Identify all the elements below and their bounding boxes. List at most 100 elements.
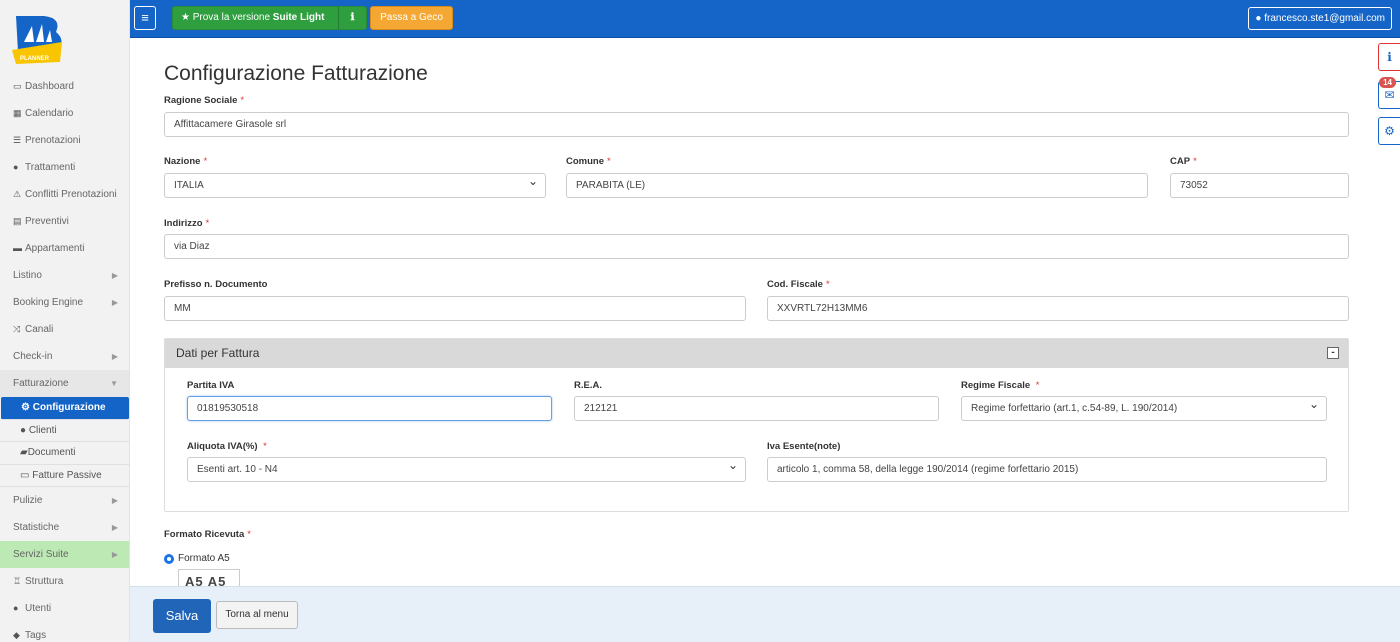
indirizzo-input[interactable]: via Diaz — [164, 234, 1349, 259]
prefisso-input[interactable]: MM — [164, 296, 746, 321]
try-suite-light-button[interactable]: ★ Prova la versione Suite Light ℹ — [172, 6, 367, 30]
nazione-select[interactable]: ITALIA — [164, 173, 546, 198]
sidebar-item-label: Canali — [25, 324, 54, 335]
info-tool-button[interactable]: ℹ — [1378, 43, 1400, 71]
sidebar-item-label: Conflitti Prenotazioni — [25, 189, 117, 200]
partita-iva-input[interactable]: 01819530518 — [187, 396, 552, 421]
sidebar-item-conflitti[interactable]: ⚠ Conflitti Prenotazioni — [0, 181, 129, 208]
sidebar-item-statistiche[interactable]: Statistiche ▶ — [0, 514, 129, 541]
sidebar-subitem-label: Documenti — [27, 447, 76, 458]
sidebar-subitem-configurazione[interactable]: ⚙ Configurazione — [1, 397, 129, 420]
back-to-menu-button[interactable]: Torna al menu — [216, 601, 298, 629]
iva-esente-input[interactable]: articolo 1, comma 58, della legge 190/20… — [767, 457, 1327, 482]
sidebar-item-label: Pulizie — [13, 495, 43, 506]
iva-esente-label: Iva Esente(note) — [767, 441, 841, 452]
user-icon: ● — [13, 603, 19, 613]
sidebar-item-struttura[interactable]: ♖ Struttura — [0, 568, 129, 595]
cap-input[interactable]: 73052 — [1170, 173, 1349, 198]
sidebar-item-label: Struttura — [25, 576, 64, 587]
apple-icon: ● — [13, 162, 19, 172]
page-title: Configurazione Fatturazione — [164, 62, 428, 85]
sidebar-item-label: Appartamenti — [25, 243, 85, 254]
comune-input[interactable]: PARABITA (LE) — [566, 173, 1148, 198]
panel-header[interactable]: Dati per Fattura - — [165, 339, 1348, 368]
gear-icon: ⚙ — [21, 402, 30, 413]
sidebar-item-fatturazione[interactable]: Fatturazione ▼ — [0, 370, 129, 397]
info-circle-icon: ℹ — [1387, 50, 1392, 64]
sidebar-subitem-label: Clienti — [28, 424, 57, 436]
sidebar-item-utenti[interactable]: ● Utenti — [0, 595, 129, 622]
try-label-strong: Suite Light — [272, 12, 325, 23]
formato-a5-radio[interactable] — [164, 554, 174, 564]
ragione-sociale-input[interactable]: Affittacamere Girasole srl — [164, 112, 1349, 137]
cod-fiscale-input[interactable]: XXVRTL72H13MM6 — [767, 296, 1349, 321]
ragione-sociale-label: Ragione Sociale * — [164, 95, 244, 106]
logo-text: PLANNER — [20, 56, 50, 62]
sidebar-item-booking-engine[interactable]: Booking Engine ▶ — [0, 289, 129, 316]
user-icon: ● — [20, 424, 27, 436]
sidebar-item-label: Tags — [25, 630, 47, 641]
sidebar-item-listino[interactable]: Listino ▶ — [0, 262, 129, 289]
label-text: Aliquota IVA(%) — [187, 441, 258, 452]
shuffle-icon: ⤨ — [13, 324, 21, 334]
monitor-icon: ▭ — [13, 81, 22, 91]
save-button[interactable]: Salva — [153, 599, 211, 633]
sidebar-subitem-clienti[interactable]: ● Clienti — [0, 419, 129, 442]
caret-right-icon: ▶ — [111, 496, 118, 505]
caret-down-icon: ▼ — [110, 379, 118, 388]
sidebar-item-preventivi[interactable]: ▤ Preventivi — [0, 208, 129, 235]
sidebar-subitem-fatture-passive[interactable]: ▭ Fatture Passive — [0, 464, 129, 487]
sidebar-item-label: Preventivi — [25, 216, 69, 227]
sidebar-subitem-label: Configurazione — [32, 402, 106, 413]
hamburger-icon: ≡ — [141, 10, 149, 25]
user-account-button[interactable]: ● francesco.ste1@gmail.com — [1248, 7, 1392, 30]
required-marker: * — [1033, 380, 1040, 391]
aliquota-iva-label: Aliquota IVA(%) * — [187, 441, 267, 452]
prefisso-label: Prefisso n. Documento — [164, 279, 268, 290]
sidebar-item-calendario[interactable]: ▦ Calendario — [0, 100, 129, 127]
required-marker: * — [247, 529, 251, 540]
sidebar-item-prenotazioni[interactable]: ☰ Prenotazioni — [0, 127, 129, 154]
regime-fiscale-label: Regime Fiscale * — [961, 380, 1040, 391]
label-text: Indirizzo — [164, 218, 203, 229]
indirizzo-label: Indirizzo * — [164, 218, 209, 229]
sidebar-item-appartamenti[interactable]: ▬ Appartamenti — [0, 235, 129, 262]
sidebar-item-dashboard[interactable]: ▭ Dashboard — [0, 73, 129, 100]
caret-right-icon: ▶ — [111, 523, 118, 532]
folder-open-icon: ▰ — [20, 447, 28, 458]
partita-iva-label: Partita IVA — [187, 380, 235, 391]
warning-icon: ⚠ — [13, 189, 22, 199]
formato-a5-label[interactable]: Formato A5 — [178, 553, 230, 564]
caret-right-icon: ▶ — [111, 550, 118, 559]
sidebar-subitem-documenti[interactable]: ▰Documenti — [0, 442, 129, 465]
sidebar-item-servizi-suite[interactable]: Servizi Suite ▶ — [0, 541, 129, 568]
passa-a-geco-button[interactable]: Passa a Geco — [370, 6, 453, 30]
required-marker: * — [205, 218, 210, 229]
sidebar-item-trattamenti[interactable]: ● Trattamenti — [0, 154, 129, 181]
label-text: Formato Ricevuta — [164, 529, 245, 540]
regime-fiscale-select[interactable]: Regime forfettario (art.1, c.54-89, L. 1… — [961, 396, 1327, 421]
user-email: francesco.ste1@gmail.com — [1264, 13, 1385, 24]
top-navbar: ≡ ★ Prova la versione Suite Light ℹ Pass… — [130, 0, 1400, 38]
sidebar-item-pulizie[interactable]: Pulizie ▶ — [0, 487, 129, 514]
calculator-icon: ▤ — [13, 216, 22, 226]
app-logo[interactable]: PLANNER — [10, 12, 68, 70]
caret-right-icon: ▶ — [111, 298, 118, 307]
hamburger-menu-button[interactable]: ≡ — [134, 6, 156, 30]
formato-ricevuta-label: Formato Ricevuta * — [164, 529, 251, 540]
label-text: CAP — [1170, 156, 1191, 167]
sidebar-item-label: Check-in — [13, 351, 53, 362]
sidebar-item-label: Dashboard — [25, 81, 74, 92]
cod-fiscale-label: Cod. Fiscale * — [767, 279, 830, 290]
sidebar-item-tags[interactable]: ◆ Tags — [0, 622, 129, 642]
sidebar-item-label: Trattamenti — [25, 162, 76, 173]
aliquota-iva-select[interactable]: Esenti art. 10 - N4 — [187, 457, 746, 482]
info-icon[interactable]: ℹ — [338, 7, 366, 29]
rea-input[interactable]: 212121 — [574, 396, 939, 421]
required-marker: * — [1193, 156, 1197, 167]
collapse-button[interactable]: - — [1327, 347, 1339, 359]
required-marker: * — [240, 95, 245, 106]
sidebar-item-check-in[interactable]: Check-in ▶ — [0, 343, 129, 370]
settings-tool-button[interactable]: ⚙ — [1378, 117, 1400, 145]
sidebar-item-canali[interactable]: ⤨ Canali — [0, 316, 129, 343]
